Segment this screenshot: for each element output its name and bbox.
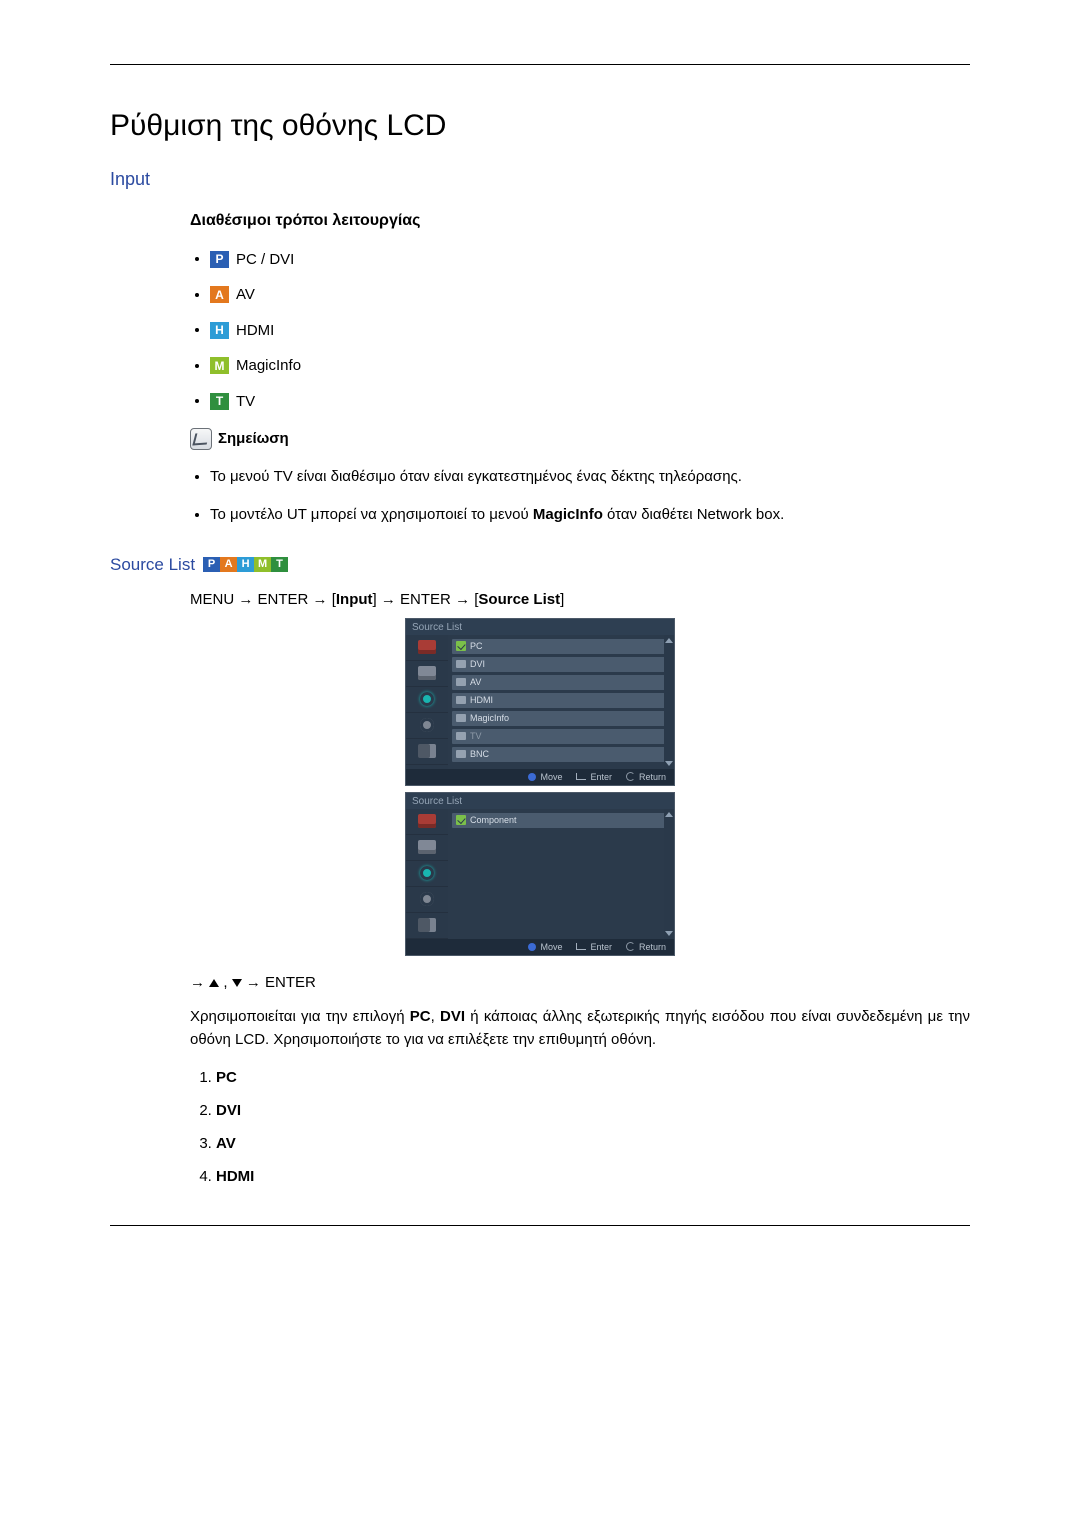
osd-screenshots: Source List PC DVI AV HDMI MagicInfo TV …: [110, 618, 970, 956]
badge-h-icon: H: [237, 557, 254, 572]
side-icon: [420, 692, 434, 706]
source-numbered-list: PC DVI AV HDMI: [190, 1069, 970, 1185]
note-item: Το μενού TV είναι διαθέσιμο όταν είναι ε…: [210, 466, 970, 489]
arrow-down-icon: [665, 761, 673, 766]
list-item: AV: [216, 1135, 970, 1152]
side-icon: [418, 640, 436, 654]
return-icon: [626, 942, 635, 951]
side-icon: [420, 718, 434, 732]
note-item: Το μοντέλο UT μπορεί να χρησιμοποιεί το …: [210, 504, 970, 527]
src-icon: [456, 732, 466, 740]
section-input: Input: [110, 169, 970, 190]
osd-main: Component: [448, 809, 674, 939]
list-item: HDMI: [216, 1168, 970, 1185]
list-item: PC: [216, 1069, 970, 1086]
note-icon: [190, 428, 212, 450]
triangle-up-icon: [209, 979, 219, 987]
src-icon: [456, 660, 466, 668]
osd-panel-2: Source List Component Move Enter Return: [405, 792, 675, 956]
nav-path: MENU → ENTER → [Input] → ENTER → [Source…: [190, 591, 970, 608]
arrow-up-icon: [665, 812, 673, 817]
side-icon: [418, 666, 436, 680]
osd-panel-1: Source List PC DVI AV HDMI MagicInfo TV …: [405, 618, 675, 786]
mode-label: TV: [236, 393, 255, 410]
src-icon: [456, 678, 466, 686]
osd-item: Component: [452, 813, 670, 828]
osd-item: TV: [452, 729, 670, 744]
osd-item: MagicInfo: [452, 711, 670, 726]
osd-item: AV: [452, 675, 670, 690]
badge-strip: P A H M T: [203, 557, 288, 572]
osd-sidebar: [406, 635, 448, 769]
side-icon: [420, 892, 434, 906]
osd-item: HDMI: [452, 693, 670, 708]
mode-item: H HDMI: [210, 321, 970, 339]
badge-m-icon: M: [210, 357, 229, 374]
mode-item: T TV: [210, 392, 970, 410]
enter-icon: [576, 773, 586, 780]
src-icon: [456, 714, 466, 722]
osd-item: BNC: [452, 747, 670, 762]
note-row: Σημείωση: [190, 428, 970, 450]
modes-block: Διαθέσιμοι τρόποι λειτουργίας P PC / DVI…: [190, 212, 970, 527]
osd-scrollbar: [664, 635, 674, 769]
modes-list: P PC / DVI A AV H HDMI M MagicInfo: [190, 250, 970, 410]
after-screens: → , → ENTER Χρησιμοποιείται για την επιλ…: [190, 974, 970, 1186]
mode-item: P PC / DVI: [210, 250, 970, 268]
mode-label: AV: [236, 286, 255, 303]
side-icon: [420, 866, 434, 880]
source-list-label: Source List: [110, 555, 195, 575]
triangle-down-icon: [232, 979, 242, 987]
osd-sidebar: [406, 809, 448, 939]
mode-label: PC / DVI: [236, 251, 294, 268]
badge-t-icon: T: [210, 393, 229, 410]
src-icon: [456, 750, 466, 758]
osd-footer: Move Enter Return: [406, 939, 674, 955]
check-icon: [456, 815, 466, 825]
arrow-down-icon: [665, 931, 673, 936]
badge-a-icon: A: [210, 286, 229, 303]
mode-item: M MagicInfo: [210, 357, 970, 375]
mode-label: MagicInfo: [236, 357, 301, 374]
side-icon: [418, 840, 436, 854]
osd-header: Source List: [406, 619, 674, 635]
list-item: DVI: [216, 1102, 970, 1119]
osd-scrollbar: [664, 809, 674, 939]
side-icon: [418, 744, 436, 758]
badge-m-icon: M: [254, 557, 271, 572]
modes-heading: Διαθέσιμοι τρόποι λειτουργίας: [190, 212, 970, 230]
osd-header: Source List: [406, 793, 674, 809]
arrow-up-icon: [665, 638, 673, 643]
move-icon: [528, 773, 536, 781]
badge-p-icon: P: [203, 557, 220, 572]
osd-item: DVI: [452, 657, 670, 672]
note-label: Σημείωση: [218, 430, 289, 447]
mode-item: A AV: [210, 286, 970, 304]
description-paragraph: Χρησιμοποιείται για την επιλογή PC, DVI …: [190, 1005, 970, 1052]
badge-t-icon: T: [271, 557, 288, 572]
page: Ρύθμιση της οθόνης LCD Input Διαθέσιμοι …: [0, 0, 1080, 1527]
osd-footer: Move Enter Return: [406, 769, 674, 785]
osd-main: PC DVI AV HDMI MagicInfo TV BNC: [448, 635, 674, 769]
mode-label: HDMI: [236, 322, 274, 339]
badge-a-icon: A: [220, 557, 237, 572]
section-source-list: Source List P A H M T: [110, 555, 970, 575]
src-icon: [456, 696, 466, 704]
osd-item: PC: [452, 639, 670, 654]
badge-p-icon: P: [210, 251, 229, 268]
bottom-rule: [110, 1225, 970, 1226]
enter-icon: [576, 943, 586, 950]
top-rule: [110, 64, 970, 65]
nav-path-2: → , → ENTER: [190, 974, 970, 991]
page-title: Ρύθμιση της οθόνης LCD: [110, 109, 970, 143]
side-icon: [418, 918, 436, 932]
side-icon: [418, 814, 436, 828]
return-icon: [626, 772, 635, 781]
notes-list: Το μενού TV είναι διαθέσιμο όταν είναι ε…: [190, 466, 970, 527]
badge-h-icon: H: [210, 322, 229, 339]
check-icon: [456, 641, 466, 651]
move-icon: [528, 943, 536, 951]
